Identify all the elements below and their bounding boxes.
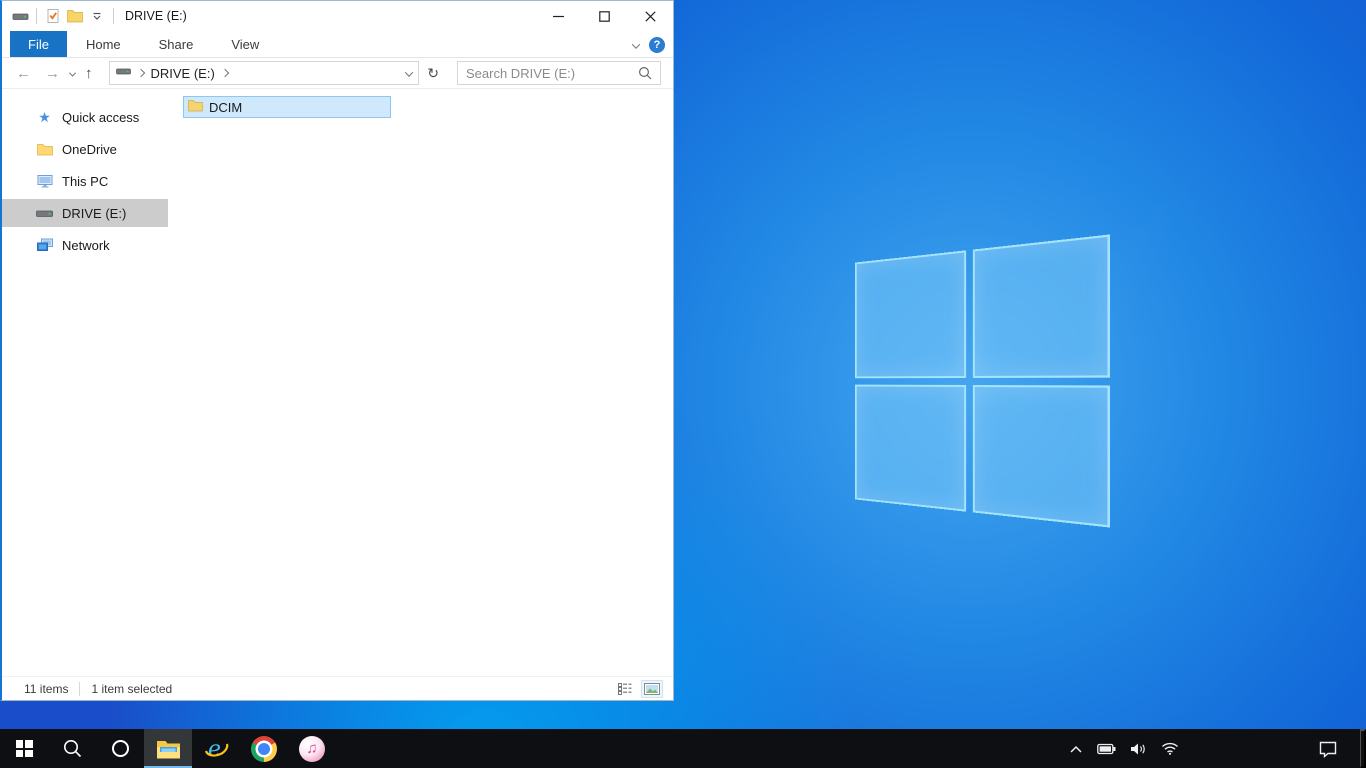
internet-explorer-button[interactable]: e xyxy=(192,729,240,768)
svg-text:e: e xyxy=(208,737,221,762)
ribbon-right-controls: ? xyxy=(631,31,665,58)
itunes-icon: ♫ xyxy=(299,735,325,762)
navigation-pane: ★ Quick access OneDrive This PC DRIVE (E… xyxy=(2,89,168,676)
logo-pane xyxy=(855,250,966,378)
network-icon xyxy=(36,238,53,252)
up-button[interactable]: ↑ xyxy=(81,66,97,81)
status-bar: 11 items 1 item selected xyxy=(2,676,673,700)
divider xyxy=(36,8,37,24)
address-bar[interactable]: DRIVE (E:) xyxy=(108,61,420,85)
logo-pane xyxy=(972,384,1110,528)
screen: DRIVE (E:) File Home Share View ? ← → ↑ … xyxy=(0,0,1366,768)
divider xyxy=(79,681,81,696)
search-icon[interactable] xyxy=(636,66,660,80)
sidebar-item-label: OneDrive xyxy=(62,141,117,157)
customize-quick-access-icon[interactable] xyxy=(86,5,108,27)
minimize-button[interactable] xyxy=(535,1,581,31)
sidebar-item-quick-access[interactable]: ★ Quick access xyxy=(2,103,168,131)
items-count: 11 items xyxy=(24,681,69,696)
window-title: DRIVE (E:) xyxy=(125,9,187,23)
itunes-button[interactable]: ♫ xyxy=(288,729,336,768)
tab-view[interactable]: View xyxy=(212,31,278,57)
search-icon xyxy=(63,740,81,758)
sidebar-item-label: This PC xyxy=(62,173,109,189)
show-desktop-button[interactable] xyxy=(1360,729,1366,768)
system-menu-drive-icon[interactable] xyxy=(9,5,31,27)
forward-button[interactable]: → xyxy=(41,66,64,81)
files-area[interactable]: DCIM xyxy=(168,89,673,676)
details-view-button[interactable] xyxy=(615,680,635,698)
battery-icon[interactable] xyxy=(1090,743,1123,755)
sidebar-item-onedrive[interactable]: OneDrive xyxy=(2,135,168,163)
sidebar-item-this-pc[interactable]: This PC xyxy=(2,167,168,195)
recent-locations-icon[interactable] xyxy=(68,64,77,82)
close-button[interactable] xyxy=(627,1,673,31)
properties-icon[interactable] xyxy=(42,5,64,27)
onedrive-icon xyxy=(36,143,53,156)
search-box xyxy=(457,61,661,85)
file-explorer-window: DRIVE (E:) File Home Share View ? ← → ↑ … xyxy=(0,0,674,701)
sidebar-item-drive-e[interactable]: DRIVE (E:) xyxy=(2,199,168,227)
wifi-icon[interactable] xyxy=(1154,742,1186,755)
refresh-button[interactable]: ↻ xyxy=(425,65,441,82)
folder-icon xyxy=(188,99,203,115)
title-bar: DRIVE (E:) xyxy=(2,1,673,31)
expand-ribbon-icon[interactable] xyxy=(631,36,641,54)
chrome-icon xyxy=(251,735,277,762)
view-toggles xyxy=(615,679,663,698)
address-dropdown-icon[interactable] xyxy=(405,64,414,82)
sidebar-item-label: Network xyxy=(62,237,110,253)
ribbon-tab-row: File Home Share View ? xyxy=(2,31,673,58)
action-center-icon[interactable] xyxy=(1304,740,1352,758)
file-explorer-icon xyxy=(156,740,180,758)
thumbnails-view-button[interactable] xyxy=(641,679,663,698)
logo-pane xyxy=(855,384,966,512)
system-tray xyxy=(1062,729,1366,768)
quick-access-icon: ★ xyxy=(38,109,51,125)
tab-home[interactable]: Home xyxy=(67,31,140,57)
drive-icon xyxy=(36,207,53,219)
selection-status: 1 item selected xyxy=(91,681,173,696)
window-controls xyxy=(535,1,673,31)
divider xyxy=(113,8,114,24)
search-input[interactable] xyxy=(458,65,636,81)
window-body: ★ Quick access OneDrive This PC DRIVE (E… xyxy=(2,89,673,676)
breadcrumb-drive[interactable]: DRIVE (E:) xyxy=(151,66,215,81)
breadcrumb-chevron-icon[interactable] xyxy=(220,68,230,78)
back-button[interactable]: ← xyxy=(12,66,35,81)
tab-share[interactable]: Share xyxy=(140,31,213,57)
address-drive-icon xyxy=(115,64,131,82)
taskbar-search-button[interactable] xyxy=(48,729,96,768)
sidebar-item-label: Quick access xyxy=(62,109,140,125)
cortana-icon xyxy=(111,740,129,757)
help-icon[interactable]: ? xyxy=(649,36,665,53)
sidebar-item-label: DRIVE (E:) xyxy=(62,205,127,221)
volume-icon[interactable] xyxy=(1123,742,1154,756)
logo-pane xyxy=(972,234,1110,378)
this-pc-icon xyxy=(36,174,53,188)
breadcrumb-chevron-icon[interactable] xyxy=(136,68,145,78)
sidebar-item-network[interactable]: Network xyxy=(2,231,168,259)
file-explorer-taskbar-button[interactable] xyxy=(144,729,192,768)
tray-expand-icon[interactable] xyxy=(1062,744,1090,754)
chrome-button[interactable] xyxy=(240,729,288,768)
new-folder-icon[interactable] xyxy=(64,5,86,27)
start-button[interactable] xyxy=(0,729,48,768)
internet-explorer-icon: e xyxy=(204,737,228,762)
tab-file[interactable]: File xyxy=(10,31,67,57)
cortana-button[interactable] xyxy=(96,729,144,768)
start-icon xyxy=(15,740,33,757)
windows-logo xyxy=(855,234,1110,528)
file-item-dcim[interactable]: DCIM xyxy=(183,96,391,118)
taskbar: e ♫ xyxy=(0,729,1366,768)
maximize-button[interactable] xyxy=(581,1,627,31)
navigation-bar: ← → ↑ DRIVE (E:) ↻ xyxy=(2,58,673,89)
file-name: DCIM xyxy=(209,99,243,115)
